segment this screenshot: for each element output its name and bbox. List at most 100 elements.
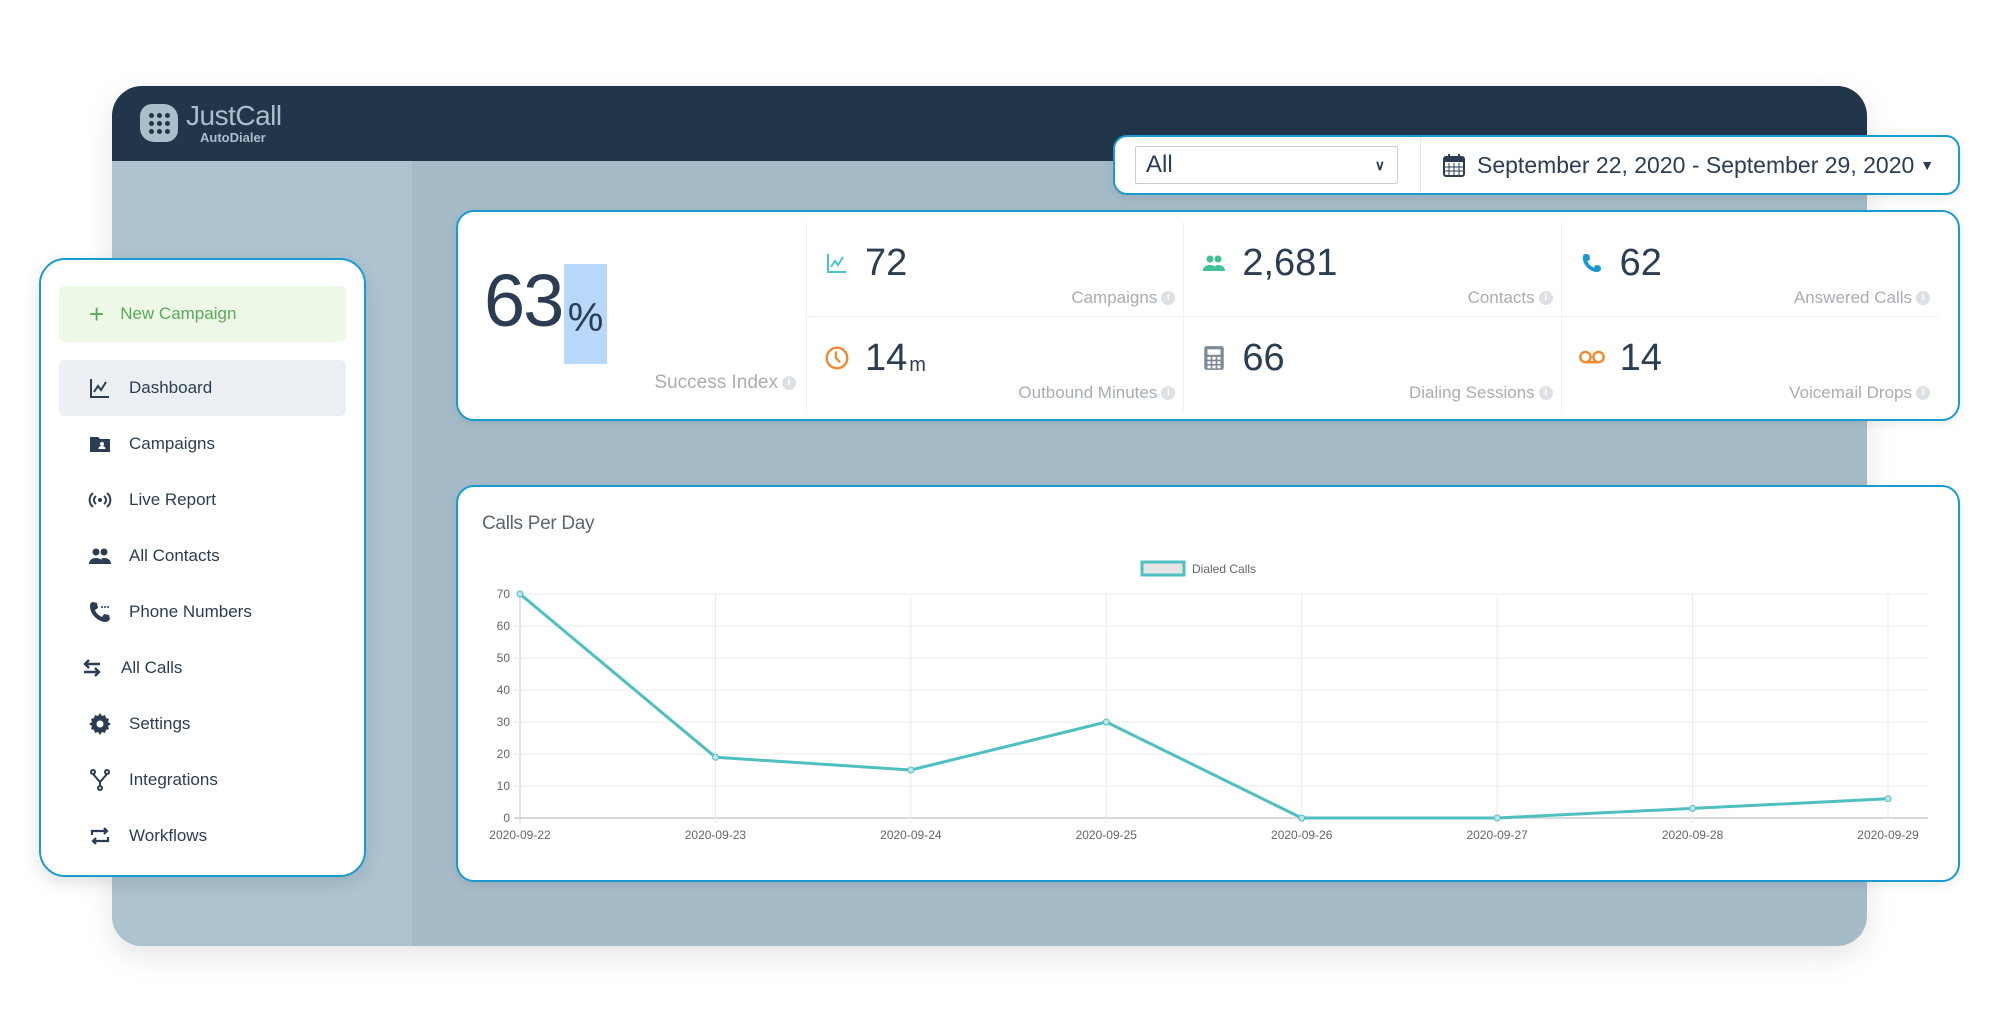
line-chart-icon	[823, 249, 851, 277]
data-point	[516, 590, 524, 598]
caret-down-icon: ▼	[1920, 157, 1935, 173]
date-range-value: September 22, 2020 - September 29, 2020	[1477, 151, 1915, 178]
page: JustCall AutoDialer ← Back To Menu + New…	[0, 0, 2000, 1031]
line-chart-icon	[87, 375, 113, 401]
sidebar-item-label: Phone Numbers	[129, 602, 252, 621]
divider	[1420, 137, 1421, 193]
data-point	[1884, 795, 1892, 803]
broadcast-icon	[87, 487, 113, 513]
stat-label: Voicemail Drops	[1789, 383, 1912, 402]
sidebar-item-label: Integrations	[129, 770, 218, 789]
calls-per-day-card: Calls Per Day 0 10 20 30 40 50 60 70 2020-09-22 2…	[456, 485, 1960, 882]
stat-label: Outbound Minutes	[1018, 383, 1158, 402]
calls-per-day-chart: 0 10 20 30 40 50 60 70 2020-09-22 2020-09-23 2020-…	[489, 560, 1928, 842]
info-icon[interactable]: i	[1161, 291, 1176, 305]
stat-label: Answered Calls	[1793, 288, 1912, 307]
x-tick-label: 2020-09-23	[685, 828, 747, 842]
y-tick-label: 20	[497, 747, 511, 761]
new-campaign-label: New Campaign	[120, 304, 237, 323]
chevron-down-icon: ∨	[1374, 156, 1385, 173]
x-tick-label: 2020-09-24	[880, 828, 942, 842]
users-icon	[87, 543, 113, 569]
legend-swatch	[1140, 560, 1186, 577]
x-tick-label: 2020-09-25	[1076, 828, 1138, 842]
y-tick-label: 60	[497, 619, 511, 633]
info-icon[interactable]: i	[1161, 386, 1176, 400]
stat-label: Dialing Sessions	[1408, 383, 1535, 402]
campaign-select-value: All	[1146, 151, 1173, 178]
info-icon[interactable]: i	[1538, 386, 1553, 400]
info-icon[interactable]: i	[1916, 291, 1930, 305]
data-point	[1689, 804, 1697, 812]
stat-contacts: 2,681 Contacts i	[1183, 222, 1561, 317]
stat-dialing-sessions: 66 Dialing Sessions i	[1183, 317, 1560, 412]
stats-card: 63 % Success Index i 72 Campaigns i 2,68…	[456, 210, 1960, 421]
dialpad-logo-icon	[140, 104, 178, 142]
stat-answered-calls: 62 Answered Calls i	[1560, 222, 1938, 317]
sidebar: + New Campaign Dashboard Campaigns Live …	[39, 258, 366, 877]
x-tick-label: 2020-09-22	[489, 828, 551, 842]
sidebar-item-integrations[interactable]: Integrations	[59, 752, 346, 808]
phone-icon	[1578, 249, 1606, 277]
stat-value: 2,681	[1242, 242, 1338, 284]
calculator-icon	[1200, 344, 1228, 372]
data-point	[1298, 814, 1306, 822]
sidebar-item-label: Dashboard	[129, 378, 213, 397]
stat-value: 14	[1619, 337, 1662, 379]
data-point	[1493, 814, 1501, 822]
voicemail-icon	[1578, 344, 1606, 372]
stat-value: 72	[865, 242, 908, 284]
phone-dots-icon	[87, 599, 113, 625]
new-campaign-button[interactable]: + New Campaign	[59, 286, 346, 342]
y-tick-label: 50	[497, 651, 511, 665]
y-tick-label: 30	[497, 715, 511, 729]
legend-label: Dialed Calls	[1192, 562, 1256, 576]
plus-icon: +	[89, 299, 105, 329]
stat-value: 62	[1619, 242, 1662, 284]
sidebar-item-live-report[interactable]: Live Report	[59, 472, 346, 528]
sidebar-item-phone-numbers[interactable]: Phone Numbers	[59, 584, 346, 640]
logo[interactable]: JustCall AutoDialer	[140, 102, 282, 144]
stat-outbound-minutes: 14 m Outbound Minutes i	[806, 317, 1183, 412]
filter-bar: All ∨ September 22, 2020 - September 29,…	[1113, 135, 1960, 195]
x-tick-label: 2020-09-28	[1662, 828, 1724, 842]
info-icon[interactable]: i	[782, 376, 796, 390]
info-icon[interactable]: i	[1916, 386, 1930, 400]
y-tick-label: 10	[497, 779, 511, 793]
gear-icon	[87, 711, 113, 737]
sidebar-item-all-contacts[interactable]: All Contacts	[59, 528, 346, 584]
info-icon[interactable]: i	[1538, 291, 1553, 305]
x-tick-label: 2020-09-29	[1857, 828, 1919, 842]
stat-value: 14	[865, 337, 908, 379]
clock-icon	[823, 344, 851, 372]
sidebar-item-label: All Contacts	[129, 546, 220, 565]
data-point	[711, 753, 719, 761]
campaign-select[interactable]: All ∨	[1135, 146, 1398, 184]
x-tick-label: 2020-09-27	[1466, 828, 1528, 842]
sidebar-nav: Dashboard Campaigns Live Report All Cont…	[59, 360, 346, 864]
sidebar-item-dashboard[interactable]: Dashboard	[59, 360, 346, 416]
stat-unit: m	[909, 354, 926, 376]
success-index-unit: %	[564, 264, 607, 364]
series-line-dialed-calls	[519, 592, 1889, 820]
users-icon	[1200, 249, 1228, 277]
data-point	[1102, 718, 1110, 726]
date-range-picker[interactable]: September 22, 2020 - September 29, 2020 …	[1443, 152, 1934, 179]
calendar-icon	[1443, 154, 1465, 177]
sidebar-item-label: Campaigns	[129, 434, 215, 453]
sidebar-item-label: Workflows	[129, 826, 208, 845]
x-tick-label: 2020-09-26	[1271, 828, 1333, 842]
success-index: 63 % Success Index i	[458, 212, 806, 419]
stat-label: Contacts	[1467, 288, 1535, 307]
sidebar-item-all-calls[interactable]: All Calls	[59, 640, 346, 696]
logo-subtitle: AutoDialer	[200, 130, 266, 145]
sidebar-item-campaigns[interactable]: Campaigns	[59, 416, 346, 472]
success-index-label: Success Index	[654, 372, 778, 393]
folder-user-icon	[87, 431, 113, 457]
stat-value: 66	[1242, 337, 1285, 379]
sidebar-item-label: Settings	[129, 714, 191, 733]
stat-voicemail-drops: 14 Voicemail Drops i	[1560, 317, 1938, 412]
logo-title: JustCall	[186, 100, 282, 131]
sidebar-item-settings[interactable]: Settings	[59, 696, 346, 752]
sidebar-item-workflows[interactable]: Workflows	[59, 808, 346, 864]
